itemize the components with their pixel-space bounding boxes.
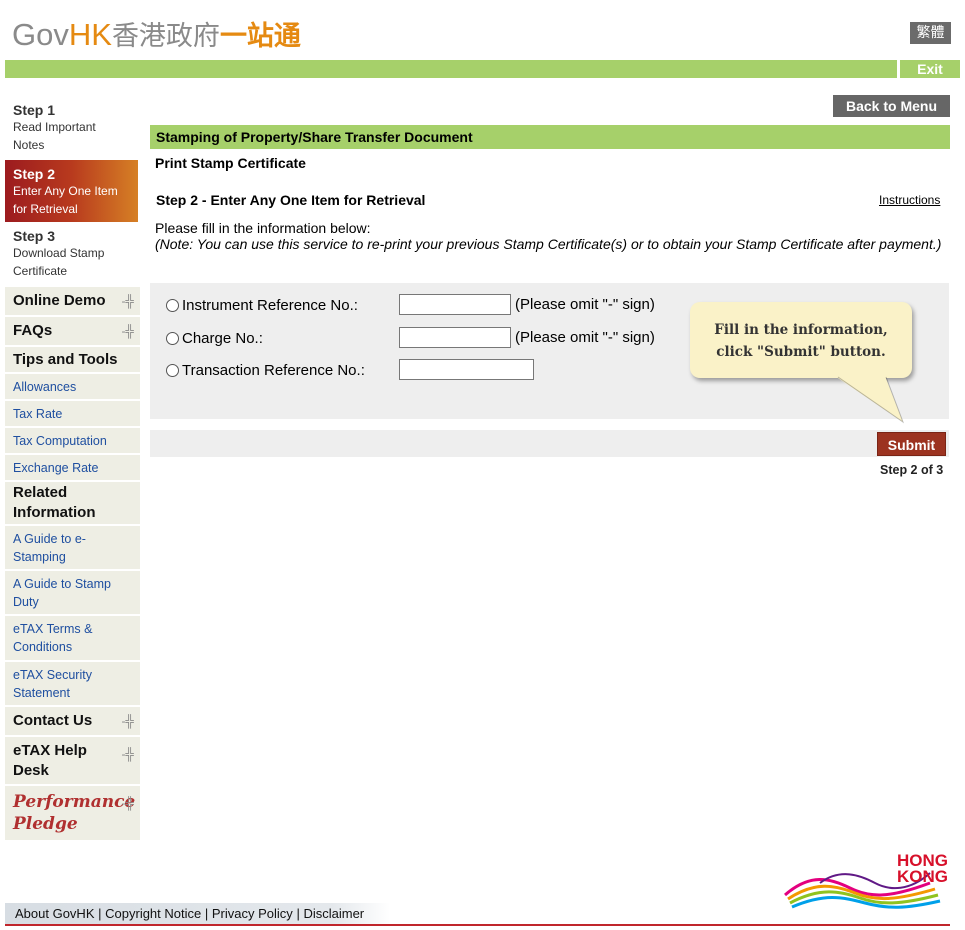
step-heading: Step 2 - Enter Any One Item for Retrieva… (156, 192, 426, 208)
submit-button[interactable]: Submit (877, 432, 946, 456)
brand-hong-kong-logo: HONG KONG (780, 852, 950, 913)
tooltip-pointer (835, 376, 905, 424)
sidebar-link-label: Exchange Rate (13, 460, 99, 475)
sidebar-item-etax-security[interactable]: eTAX Security Statement (5, 662, 140, 707)
page-subtitle: Print Stamp Certificate (155, 155, 306, 171)
logo-chinese-text: 香港政府 (111, 21, 220, 52)
sidebar-step-3: Step 3 Download Stamp Certificate (5, 222, 138, 284)
sidebar-item-performance-pledge[interactable]: Performance Pledge -╬ (5, 786, 140, 842)
sidebar-step-2-active: Step 2 Enter Any One Item for Retrieval (5, 160, 138, 222)
footer-link-disclaimer[interactable]: Disclaimer (303, 906, 364, 921)
expand-icon: -╬ (121, 294, 135, 308)
step-title: Step 1 (13, 102, 56, 118)
step-desc: Read Important Notes (13, 120, 96, 152)
tooltip-line: click "Submit" button. (716, 344, 886, 360)
note-text: (Note: You can use this service to re-pr… (155, 236, 942, 252)
charge-number-input[interactable] (399, 327, 511, 348)
sidebar-item-etax-terms[interactable]: eTAX Terms & Conditions (5, 616, 140, 662)
instructions-link[interactable]: Instructions (879, 193, 940, 207)
step-title: Step 3 (13, 228, 56, 244)
charge-hint: (Please omit "-" sign) (515, 329, 655, 346)
sidebar-heading-label: Related Information (13, 484, 96, 521)
footer-link-about[interactable]: About GovHK (15, 906, 95, 921)
transaction-label: Transaction Reference No.: (182, 361, 365, 379)
top-green-bar (5, 60, 897, 78)
sidebar-heading-related-information: Related Information (5, 482, 140, 526)
footer-link-copyright[interactable]: Copyright Notice (105, 906, 201, 921)
sidebar-heading-label: Tips and Tools (13, 350, 118, 368)
footer-link-privacy[interactable]: Privacy Policy (212, 906, 293, 921)
expand-icon: -╬ (121, 747, 135, 761)
instrument-radio[interactable] (166, 298, 179, 312)
fill-instruction-text: Please fill in the information below: (155, 220, 371, 236)
help-tooltip: Fill in the information, click "Submit" … (690, 302, 912, 378)
sidebar-link-label: A Guide to e-Stamping (13, 531, 86, 564)
step-desc: Enter Any One Item for Retrieval (13, 184, 118, 216)
charge-label: Charge No.: (182, 329, 263, 347)
step-title: Step 2 (13, 166, 56, 182)
expand-icon: -╬ (121, 714, 135, 728)
sidebar-item-etax-help-desk[interactable]: eTAX Help Desk -╬ (5, 737, 140, 786)
sidebar-link-label: Tax Computation (13, 433, 107, 448)
submit-bar (150, 430, 949, 457)
back-to-menu-button[interactable]: Back to Menu (833, 95, 950, 117)
sidebar-item-online-demo[interactable]: Online Demo -╬ (5, 287, 140, 317)
footer-separator: | (98, 906, 102, 921)
sidebar-item-faqs[interactable]: FAQs -╬ (5, 317, 140, 347)
wordmark-line: KONG (897, 867, 948, 886)
step-desc: Download Stamp Certificate (13, 246, 105, 278)
transaction-radio[interactable] (166, 363, 179, 377)
sidebar-item-label: Contact Us (13, 712, 93, 729)
performance-pledge-logo: Performance Pledge (13, 792, 136, 834)
transaction-reference-input[interactable] (399, 359, 534, 380)
logo-hk-text: HK (68, 17, 112, 52)
transaction-row: Transaction Reference No.: (166, 359, 365, 381)
sidebar-link-label: Allowances (13, 379, 77, 394)
logo-chinese-highlight: 一站通 (219, 21, 301, 52)
section-title: Stamping of Property/Share Transfer Docu… (150, 125, 950, 149)
footer-separator: | (204, 906, 209, 921)
sidebar-item-guide-stamp-duty[interactable]: A Guide to Stamp Duty (5, 571, 140, 616)
instrument-row: Instrument Reference No.: (166, 294, 358, 316)
instrument-reference-input[interactable] (399, 294, 511, 315)
language-toggle-button[interactable]: 繁體 (910, 22, 951, 44)
sidebar-step-1: Step 1 Read Important Notes (5, 96, 138, 156)
exit-button[interactable]: Exit (900, 60, 960, 78)
sidebar-link-label: eTAX Security Statement (13, 667, 92, 700)
sidebar-link-label: Tax Rate (13, 406, 63, 421)
govhk-logo[interactable]: GovHK香港政府一站通 (12, 14, 301, 54)
charge-row: Charge No.: (166, 327, 263, 349)
step-counter: Step 2 of 3 (880, 463, 944, 477)
sidebar-item-tax-computation[interactable]: Tax Computation (5, 428, 140, 455)
tooltip-line: Fill in the information, (714, 322, 888, 338)
sidebar-item-tax-rate[interactable]: Tax Rate (5, 401, 140, 428)
sidebar-item-contact-us[interactable]: Contact Us -╬ (5, 707, 140, 737)
instrument-hint: (Please omit "-" sign) (515, 296, 655, 313)
instrument-label: Instrument Reference No.: (182, 296, 358, 314)
sidebar-item-label: eTAX Help Desk (13, 741, 87, 779)
logo-gov-text: Gov (12, 17, 69, 52)
sidebar-link-label: A Guide to Stamp Duty (13, 576, 111, 609)
charge-radio[interactable] (166, 331, 179, 345)
sidebar-item-label: Online Demo (13, 292, 106, 309)
expand-icon: -╬ (121, 324, 135, 338)
sidebar-item-allowances[interactable]: Allowances (5, 374, 140, 401)
sidebar-link-label: eTAX Terms & Conditions (13, 622, 93, 654)
sidebar-item-label: FAQs (13, 322, 53, 339)
footer-separator: | (296, 906, 300, 921)
footer-divider (5, 924, 950, 926)
footer-links-bar: About GovHK | Copyright Notice | Privacy… (5, 903, 390, 925)
hong-kong-wordmark: HONG KONG (897, 852, 948, 886)
expand-icon: -╬ (121, 796, 135, 810)
sidebar-heading-tips-tools: Tips and Tools (5, 347, 140, 374)
sidebar-item-exchange-rate[interactable]: Exchange Rate (5, 455, 140, 482)
sidebar-item-guide-estamping[interactable]: A Guide to e-Stamping (5, 526, 140, 571)
